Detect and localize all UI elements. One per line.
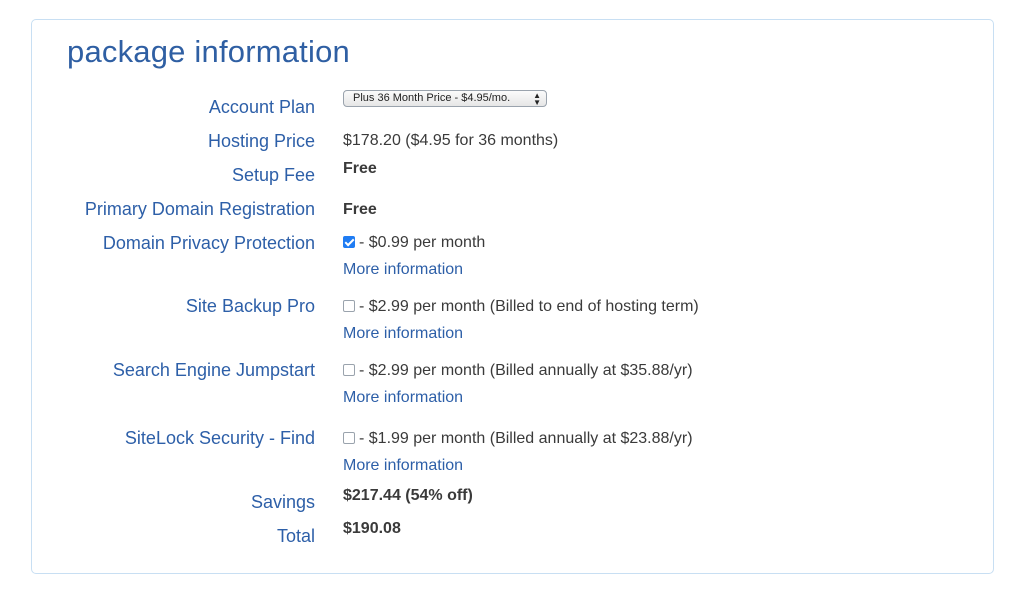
search-engine-price: - $2.99 per month (Billed annually at $3…: [359, 362, 693, 379]
hosting-price-label: Hosting Price: [207, 131, 315, 151]
domain-privacy-checkbox[interactable]: [343, 236, 355, 248]
site-backup-option: - $2.99 per month (Billed to end of host…: [343, 298, 699, 316]
site-backup-price: - $2.99 per month (Billed to end of host…: [359, 298, 699, 315]
sitelock-more-link[interactable]: More information: [343, 457, 463, 475]
total-label: Total: [276, 526, 315, 546]
savings-value: $217.44 (54% off): [343, 487, 473, 504]
domain-privacy-price: - $0.99 per month: [359, 234, 486, 251]
account-plan-select[interactable]: Plus 36 Month Price - $4.95/mo. ▲ ▼: [343, 90, 547, 107]
sitelock-option: - $1.99 per month (Billed annually at $2…: [343, 430, 693, 448]
select-arrows-icon: ▲ ▼: [533, 91, 541, 107]
package-information-panel: package information Account Plan Plus 36…: [31, 19, 994, 574]
search-engine-label: Search Engine Jumpstart: [112, 360, 315, 380]
primary-domain-value: Free: [343, 201, 377, 218]
search-engine-more-link[interactable]: More information: [343, 389, 463, 407]
sitelock-label: SiteLock Security - Find: [124, 428, 315, 448]
setup-fee-label: Setup Fee: [231, 165, 315, 185]
account-plan-label: Account Plan: [208, 97, 315, 117]
domain-privacy-label: Domain Privacy Protection: [102, 233, 315, 253]
total-value: $190.08: [343, 520, 401, 537]
sitelock-price: - $1.99 per month (Billed annually at $2…: [359, 430, 693, 447]
savings-label: Savings: [250, 492, 315, 512]
domain-privacy-option: - $0.99 per month: [343, 234, 485, 252]
setup-fee-value: Free: [343, 160, 377, 177]
site-backup-label: Site Backup Pro: [185, 296, 315, 316]
site-backup-checkbox[interactable]: [343, 300, 355, 312]
hosting-price-value: $178.20 ($4.95 for 36 months): [343, 132, 559, 149]
sitelock-checkbox[interactable]: [343, 432, 355, 444]
site-backup-more-link[interactable]: More information: [343, 325, 463, 343]
page-title: package information: [67, 34, 350, 69]
account-plan-select-value: Plus 36 Month Price - $4.95/mo.: [353, 92, 511, 104]
domain-privacy-more-link[interactable]: More information: [343, 261, 463, 279]
search-engine-checkbox[interactable]: [343, 364, 355, 376]
search-engine-option: - $2.99 per month (Billed annually at $3…: [343, 362, 693, 380]
primary-domain-label: Primary Domain Registration: [84, 199, 315, 219]
